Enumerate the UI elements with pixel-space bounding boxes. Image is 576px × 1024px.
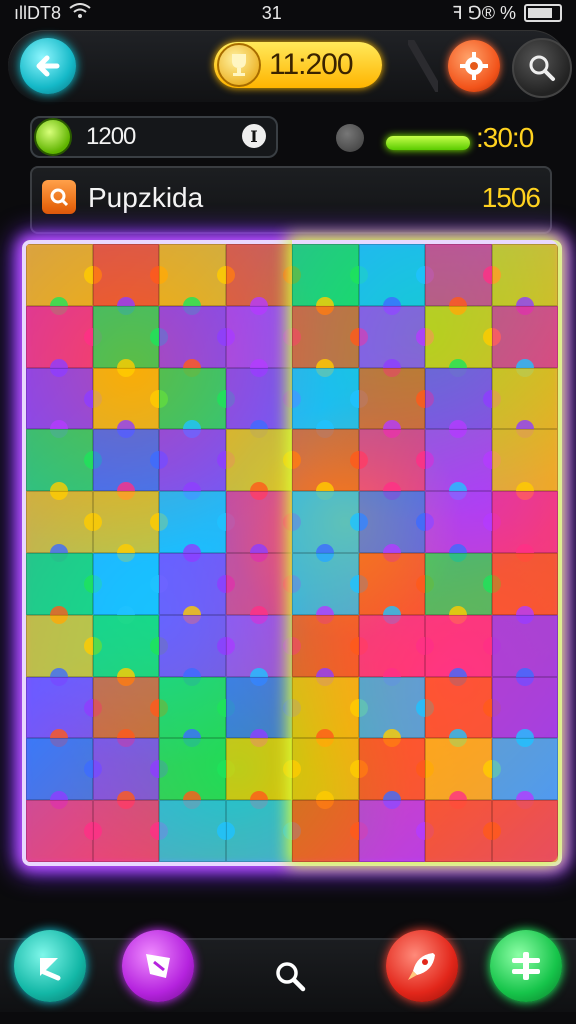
timer-value: :30:0: [476, 122, 534, 153]
wifi-icon: [69, 2, 91, 24]
puzzle-piece[interactable]: [26, 800, 93, 862]
search-box-icon: [42, 180, 76, 214]
search-icon: [529, 55, 555, 81]
trophy-coin-icon: [217, 43, 261, 87]
settings-button[interactable]: [448, 40, 500, 92]
puzzle-piece[interactable]: [292, 800, 359, 862]
gem-counter: 1200 I: [30, 116, 278, 158]
boost-button[interactable]: [386, 930, 458, 1002]
puzzle-piece[interactable]: [425, 800, 492, 862]
search-button[interactable]: [512, 38, 572, 98]
coin-value: 11:200: [269, 48, 354, 81]
gear-icon: [460, 52, 488, 80]
shop-button[interactable]: [122, 930, 194, 1002]
puzzle-score: 1506: [481, 182, 541, 213]
battery-icon: [524, 4, 562, 22]
puzzle-board[interactable]: [22, 240, 562, 866]
rocket-icon: [408, 953, 435, 980]
status-dot: [336, 124, 364, 152]
timer-progress-bar: [386, 136, 470, 150]
menu-button[interactable]: [490, 930, 562, 1002]
gem-value: 1200: [86, 123, 136, 150]
coin-counter[interactable]: 11:200: [214, 42, 382, 88]
gem-icon: [34, 118, 72, 156]
puzzle-info-panel: Pupzkida 1506: [30, 166, 552, 234]
puzzle-piece[interactable]: [491, 800, 558, 862]
arrow-up-left-icon: [40, 958, 61, 981]
back-button[interactable]: [20, 38, 76, 94]
search-bottom-button[interactable]: [262, 948, 318, 1004]
status-bar: ıllDT8 31 ꟻ ⅁® %: [0, 0, 576, 26]
arrow-left-icon: [36, 55, 60, 77]
puzzle-title: Pupzkida: [88, 182, 204, 213]
top-bar: 11:200: [8, 30, 572, 102]
carrier-label: ıllDT8: [14, 2, 62, 23]
search-icon: [276, 962, 306, 992]
puzzle-piece[interactable]: [159, 800, 226, 862]
cross-menu-icon: [512, 952, 540, 980]
clock: 31: [261, 2, 282, 23]
info-icon[interactable]: I: [242, 124, 266, 148]
flag-card-icon: [146, 954, 170, 978]
divider: [408, 40, 438, 92]
hint-button[interactable]: [14, 930, 86, 1002]
status-indicators: ꟻ ⅁® %: [452, 2, 516, 23]
